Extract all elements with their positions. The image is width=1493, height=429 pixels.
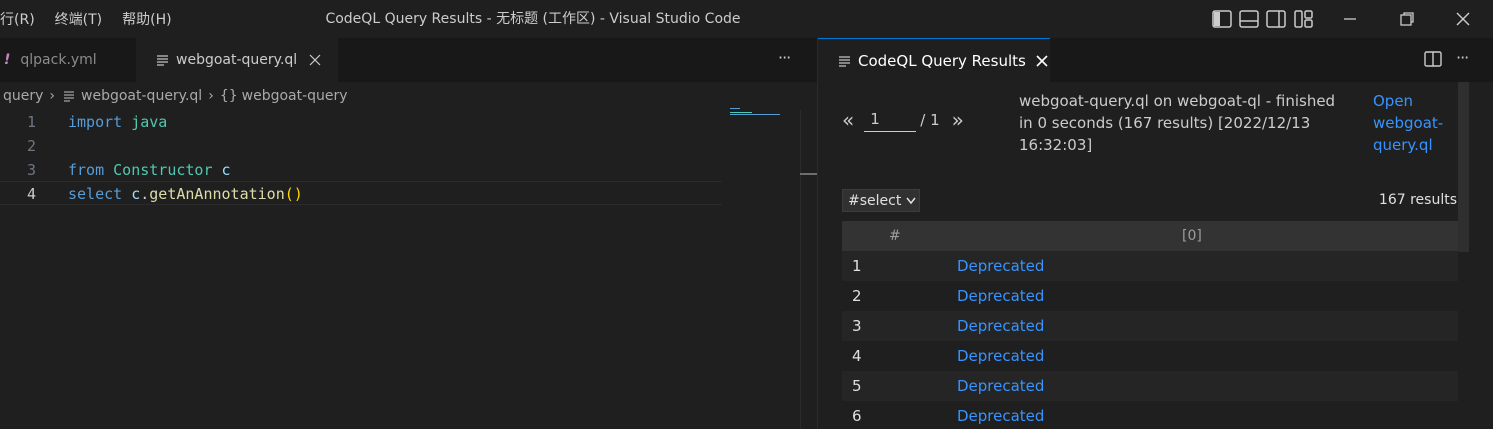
lines-icon	[64, 91, 75, 102]
table-row: 6 Deprecated	[842, 401, 1458, 429]
row-number: 6	[852, 407, 862, 425]
row-number: 1	[852, 257, 862, 275]
toggle-secondary-sidebar-icon[interactable]	[1266, 10, 1286, 28]
scrollbar-cursor-marker	[800, 173, 817, 175]
breadcrumb-symbol[interactable]: webgoat-query	[242, 88, 348, 104]
tab-label: CodeQL Query Results	[858, 51, 1026, 70]
result-set-value: #select	[848, 192, 902, 209]
result-link[interactable]: Deprecated	[957, 371, 1044, 401]
tab-qlpack[interactable]: ! qlpack.yml	[0, 38, 136, 82]
close-tab-icon[interactable]	[309, 54, 321, 66]
result-link[interactable]: Deprecated	[957, 281, 1044, 311]
keyword-token: import	[68, 113, 123, 131]
results-table: # [0] 1 Deprecated 2 Deprecated 3 Deprec…	[842, 221, 1458, 429]
tab-label: webgoat-query.ql	[176, 52, 298, 68]
table-row: 5 Deprecated	[842, 371, 1458, 401]
lines-icon	[839, 55, 850, 67]
close-icon[interactable]	[1455, 11, 1471, 27]
minimap[interactable]	[730, 108, 790, 118]
result-link[interactable]: Deprecated	[957, 341, 1044, 371]
tab-codeql-results[interactable]: CodeQL Query Results	[818, 38, 1050, 82]
toggle-sidebar-icon[interactable]	[1212, 10, 1232, 28]
keyword-token: select	[68, 185, 123, 203]
toggle-panel-icon[interactable]	[1239, 10, 1259, 28]
next-page-button[interactable]: »	[952, 108, 964, 132]
row-number: 4	[852, 347, 862, 365]
lines-icon	[157, 55, 168, 66]
prev-page-button[interactable]: «	[842, 108, 854, 132]
column-header-index[interactable]: #	[889, 221, 901, 251]
more-actions-icon[interactable]: ···	[778, 48, 791, 67]
breadcrumb: query › webgoat-query.ql › {} webgoat-qu…	[0, 82, 348, 110]
line-number: 4	[26, 185, 36, 203]
result-count: 167 results	[1378, 192, 1457, 208]
tab-webgoat-query[interactable]: webgoat-query.ql	[136, 38, 338, 82]
chevron-right-icon: ›	[49, 88, 56, 104]
code-line-current: 4 select c.getAnAnnotation()	[0, 181, 722, 205]
chevron-down-icon	[906, 197, 916, 204]
column-header-value[interactable]: [0]	[1182, 221, 1202, 251]
table-row: 1 Deprecated	[842, 251, 1458, 281]
more-actions-icon[interactable]: ···	[1456, 48, 1469, 67]
line-number: 3	[26, 161, 36, 179]
type-token: Constructor	[113, 161, 213, 179]
table-row: 3 Deprecated	[842, 311, 1458, 341]
line-number: 2	[26, 137, 36, 155]
module-token: java	[131, 113, 168, 131]
exclamation-icon: !	[4, 52, 11, 68]
row-number: 2	[852, 287, 862, 305]
keyword-token: from	[68, 161, 105, 179]
breadcrumb-folder[interactable]: query	[3, 88, 43, 104]
table-header: # [0]	[842, 221, 1458, 251]
variable-token: c	[221, 161, 231, 179]
table-row: 2 Deprecated	[842, 281, 1458, 311]
pagination: « 1 / 1 »	[842, 108, 964, 132]
close-tab-icon[interactable]	[1036, 54, 1048, 67]
code-line: 3 from Constructor c	[0, 158, 722, 182]
title-bar: 行(R) 终端(T) 帮助(H) CodeQL Query Results - …	[0, 0, 1493, 38]
query-info: webgoat-query.ql on webgoat-ql - finishe…	[1019, 92, 1336, 154]
chevron-right-icon: ›	[208, 88, 214, 104]
braces-icon: {}	[219, 88, 238, 104]
result-link[interactable]: Deprecated	[957, 401, 1044, 429]
editor-scrollbar[interactable]	[800, 110, 817, 429]
table-row: 4 Deprecated	[842, 341, 1458, 371]
split-editor-icon[interactable]	[1424, 51, 1442, 67]
dot-token: .	[140, 185, 150, 203]
paren-token: ()	[284, 185, 303, 203]
function-token: getAnAnnotation	[149, 185, 285, 203]
minimize-icon[interactable]	[1342, 12, 1358, 26]
row-number: 3	[852, 317, 862, 335]
query-results-panel: CodeQL Query Results ··· « 1 / 1 » webgo…	[817, 38, 1493, 429]
result-set-select[interactable]: #select	[842, 189, 920, 212]
editor-group: ! qlpack.yml webgoat-query.ql ··· query …	[0, 38, 817, 429]
result-link[interactable]: Deprecated	[957, 251, 1044, 281]
window-title: CodeQL Query Results - 无标题 (工作区) - Visua…	[325, 11, 741, 27]
results-scrollbar[interactable]	[1458, 82, 1469, 252]
code-line: 2	[0, 134, 722, 158]
variable-token: c	[131, 185, 141, 203]
page-number-input[interactable]: 1	[864, 108, 917, 132]
code-line: 1 import java	[0, 110, 722, 134]
customize-layout-icon[interactable]	[1294, 10, 1314, 28]
tab-label: qlpack.yml	[20, 52, 97, 68]
open-query-link[interactable]: Open webgoat-query.ql	[1373, 90, 1463, 156]
row-number: 5	[852, 377, 862, 395]
results-tab-bar: CodeQL Query Results ···	[818, 38, 1493, 82]
restore-icon[interactable]	[1399, 11, 1415, 27]
editor-tab-bar: ! qlpack.yml webgoat-query.ql ···	[0, 38, 817, 82]
page-total: / 1	[920, 111, 940, 129]
line-number: 1	[26, 113, 36, 131]
breadcrumb-file[interactable]: webgoat-query.ql	[81, 88, 202, 104]
result-link[interactable]: Deprecated	[957, 311, 1044, 341]
